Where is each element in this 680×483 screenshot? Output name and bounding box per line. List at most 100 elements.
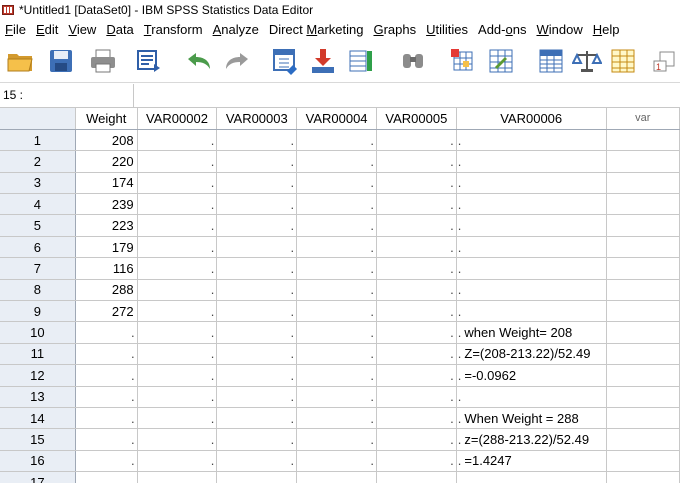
row-number[interactable]: 1 <box>0 129 76 152</box>
cell-var00005[interactable]: . <box>376 193 457 216</box>
cell-var00006[interactable]: . =-0.0962 <box>456 364 607 387</box>
undo-icon[interactable] <box>182 46 216 76</box>
cell-var00004[interactable]: . <box>296 129 377 152</box>
menu-edit[interactable]: Edit <box>31 22 63 37</box>
cell-var00004[interactable]: . <box>296 214 377 237</box>
cell-var[interactable] <box>606 343 680 366</box>
cell-var00004[interactable]: . <box>296 364 377 387</box>
cell-weight[interactable]: 239 <box>75 193 138 216</box>
cell-var00003[interactable]: . <box>216 428 298 451</box>
cell-weight[interactable] <box>75 471 138 483</box>
cell-var00003[interactable]: . <box>216 172 298 195</box>
cell-var00005[interactable]: . <box>376 129 457 152</box>
redo-icon[interactable] <box>220 46 254 76</box>
insert-variable-icon[interactable] <box>484 46 518 76</box>
cell-var00005[interactable]: . <box>376 450 457 473</box>
menu-analyze[interactable]: Analyze <box>208 22 264 37</box>
cell-var[interactable] <box>606 193 680 216</box>
cell-var00002[interactable]: . <box>137 172 218 195</box>
cell-var00006[interactable]: . when Weight= 208 <box>456 321 607 344</box>
select-cases-icon[interactable] <box>606 46 640 76</box>
cell-var00003[interactable]: . <box>216 279 298 302</box>
cell-var00002[interactable]: . <box>137 150 218 173</box>
split-file-icon[interactable] <box>534 46 568 76</box>
cell-var00002[interactable]: . <box>137 193 218 216</box>
cell-var00005[interactable]: . <box>376 343 457 366</box>
cell-weight[interactable]: . <box>75 364 138 387</box>
cell-var[interactable] <box>606 386 680 408</box>
cell-var00006[interactable]: . When Weight = 288 <box>456 407 607 430</box>
dialog-recall-icon[interactable] <box>132 46 166 76</box>
cell-weight[interactable]: 272 <box>75 300 138 323</box>
cell-var00005[interactable]: . <box>376 236 457 259</box>
cell-var00006[interactable]: . z=(288-213.22)/52.49 <box>456 428 607 451</box>
goto-variable-icon[interactable] <box>306 46 340 76</box>
cell-var00005[interactable]: . <box>376 214 457 237</box>
cell-var[interactable] <box>606 257 680 280</box>
cell-weight[interactable]: 208 <box>75 129 138 152</box>
cell-var00005[interactable]: . <box>376 428 457 451</box>
row-number[interactable]: 9 <box>0 300 76 323</box>
row-number[interactable]: 11 <box>0 343 76 366</box>
cell-var00003[interactable]: . <box>216 150 298 173</box>
cell-var00006[interactable]: . <box>456 300 607 323</box>
cell-weight[interactable]: 179 <box>75 236 138 259</box>
cell-var00006[interactable]: . <box>456 279 607 302</box>
weight-cases-icon[interactable] <box>570 46 604 76</box>
cell-var00004[interactable]: . <box>296 321 377 344</box>
cell-weight[interactable]: 288 <box>75 279 138 302</box>
column-header-weight[interactable]: Weight <box>75 108 138 130</box>
column-header-var00004[interactable]: VAR00004 <box>296 108 377 130</box>
cell-var[interactable] <box>606 129 680 152</box>
grid-corner[interactable] <box>0 108 76 130</box>
cell-var00003[interactable]: . <box>216 300 298 323</box>
cell-var00002[interactable]: . <box>137 343 218 366</box>
variables-icon[interactable] <box>344 46 378 76</box>
menu-data[interactable]: Data <box>101 22 138 37</box>
cell-var00002[interactable]: . <box>137 279 218 302</box>
cell-var00003[interactable]: . <box>216 193 298 216</box>
cell-var00006[interactable]: . <box>456 193 607 216</box>
cell-var00005[interactable]: . <box>376 321 457 344</box>
menu-graphs[interactable]: Graphs <box>368 22 421 37</box>
menu-add-ons[interactable]: Add-ons <box>473 22 531 37</box>
cell-var00005[interactable]: . <box>376 300 457 323</box>
cell-var[interactable] <box>606 450 680 473</box>
goto-case-icon[interactable] <box>268 46 302 76</box>
cell-weight[interactable]: . <box>75 386 138 408</box>
cell-var00002[interactable]: . <box>137 321 218 344</box>
row-number[interactable]: 17 <box>0 471 76 483</box>
cell-var00005[interactable] <box>376 471 457 483</box>
cell-var00002[interactable] <box>137 471 218 483</box>
cell-var00006[interactable]: . <box>456 257 607 280</box>
cell-var00006[interactable]: . <box>456 236 607 259</box>
menu-help[interactable]: Help <box>588 22 625 37</box>
cell-weight[interactable]: 223 <box>75 214 138 237</box>
row-number[interactable]: 10 <box>0 321 76 344</box>
cell-var00002[interactable]: . <box>137 450 218 473</box>
cell-var00002[interactable]: . <box>137 129 218 152</box>
cell-var00003[interactable] <box>216 471 298 483</box>
cell-value-input[interactable] <box>135 84 680 107</box>
row-number[interactable]: 5 <box>0 214 76 237</box>
cell-var00003[interactable]: . <box>216 257 298 280</box>
cell-var00006[interactable]: . <box>456 214 607 237</box>
cell-var[interactable] <box>606 407 680 430</box>
row-number[interactable]: 3 <box>0 172 76 195</box>
cell-var00004[interactable]: . <box>296 172 377 195</box>
cell-var00003[interactable]: . <box>216 214 298 237</box>
cell-weight[interactable]: . <box>75 428 138 451</box>
column-header-var[interactable]: var <box>606 108 680 130</box>
row-number[interactable]: 15 <box>0 428 76 451</box>
cell-var[interactable] <box>606 172 680 195</box>
row-number[interactable]: 14 <box>0 407 76 430</box>
menu-file[interactable]: File <box>0 22 31 37</box>
cell-var00004[interactable]: . <box>296 407 377 430</box>
row-number[interactable]: 2 <box>0 150 76 173</box>
cell-var00004[interactable]: . <box>296 300 377 323</box>
cell-var00003[interactable]: . <box>216 321 298 344</box>
cell-var[interactable] <box>606 471 680 483</box>
cell-var00005[interactable]: . <box>376 257 457 280</box>
cell-var00004[interactable] <box>296 471 377 483</box>
value-labels-icon[interactable]: 1 <box>648 46 680 76</box>
